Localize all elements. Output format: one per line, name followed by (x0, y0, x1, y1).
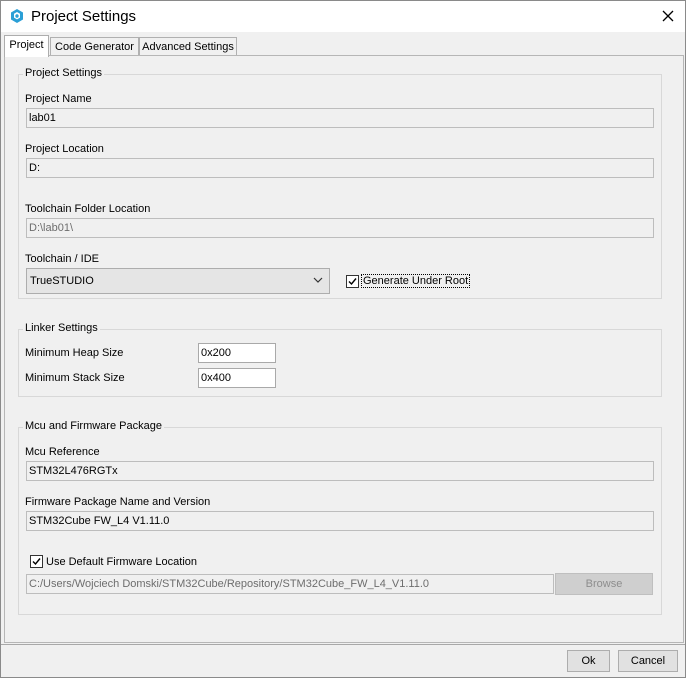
tab-advanced-settings-label: Advanced Settings (142, 41, 234, 53)
project-location-label: Project Location (25, 143, 104, 155)
close-button[interactable] (651, 1, 685, 32)
cancel-button[interactable]: Cancel (618, 650, 678, 672)
ok-button-label: Ok (581, 655, 596, 667)
chevron-down-icon (313, 275, 323, 285)
min-stack-input[interactable]: 0x400 (198, 368, 276, 388)
min-heap-input[interactable]: 0x200 (198, 343, 276, 363)
browse-button[interactable]: Browse (555, 573, 653, 595)
min-heap-value: 0x200 (201, 347, 231, 359)
firmware-package-field: STM32Cube FW_L4 V1.11.0 (26, 511, 654, 531)
firmware-package-label: Firmware Package Name and Version (25, 496, 211, 508)
project-settings-dialog: Project Settings Project Code Generator … (0, 0, 686, 678)
tab-project[interactable]: Project (4, 35, 49, 57)
toolchain-folder-field: D:\lab01\ (26, 218, 654, 238)
mcu-reference-label: Mcu Reference (25, 446, 100, 458)
firmware-package-value: STM32Cube FW_L4 V1.11.0 (29, 515, 170, 527)
project-name-field[interactable]: lab01 (26, 108, 654, 128)
tab-advanced-settings[interactable]: Advanced Settings (139, 37, 237, 56)
project-settings-group-title: Project Settings (23, 67, 105, 79)
window-title: Project Settings (31, 8, 137, 25)
project-location-field[interactable]: D: (26, 158, 654, 178)
mcu-firmware-group-title: Mcu and Firmware Package (23, 420, 164, 432)
project-name-value: lab01 (29, 112, 56, 124)
min-stack-label: Minimum Stack Size (25, 372, 125, 384)
title-bar: Project Settings (1, 1, 685, 32)
tab-project-label: Project (9, 39, 44, 51)
close-icon (662, 6, 674, 27)
project-settings-group: Project Settings Project Name lab01 Proj… (18, 67, 662, 299)
linker-settings-group-title: Linker Settings (23, 322, 100, 334)
generate-under-root-label[interactable]: Generate Under Root (361, 274, 471, 288)
toolchain-folder-label: Toolchain Folder Location (25, 203, 151, 215)
firmware-location-value: C:/Users/Wojciech Domski/STM32Cube/Repos… (29, 578, 430, 590)
project-tab-panel: Project Settings Project Name lab01 Proj… (4, 55, 684, 643)
project-location-value: D: (29, 162, 40, 174)
tab-code-generator[interactable]: Code Generator (50, 37, 139, 56)
checkmark-icon (32, 558, 41, 566)
linker-settings-group: Linker Settings Minimum Heap Size 0x200 … (18, 322, 662, 397)
toolchain-ide-value: TrueSTUDIO (30, 275, 94, 287)
min-stack-value: 0x400 (201, 372, 231, 384)
project-name-label: Project Name (25, 93, 92, 105)
browse-button-label: Browse (585, 578, 623, 590)
use-default-firmware-label[interactable]: Use Default Firmware Location (46, 556, 197, 568)
tab-code-generator-label: Code Generator (55, 41, 134, 53)
use-default-firmware-checkbox[interactable] (30, 555, 43, 568)
generate-under-root-checkbox[interactable] (346, 275, 359, 288)
toolchain-folder-value: D:\lab01\ (29, 222, 74, 234)
app-cube-icon (9, 8, 25, 24)
min-heap-label: Minimum Heap Size (25, 347, 124, 359)
checkmark-icon (348, 278, 357, 286)
toolchain-ide-select[interactable]: TrueSTUDIO (26, 268, 330, 294)
footer-divider (1, 644, 685, 645)
mcu-firmware-group: Mcu and Firmware Package Mcu Reference S… (18, 420, 662, 615)
firmware-location-field: C:/Users/Wojciech Domski/STM32Cube/Repos… (26, 574, 554, 594)
ok-button[interactable]: Ok (567, 650, 610, 672)
mcu-reference-field: STM32L476RGTx (26, 461, 654, 481)
mcu-reference-value: STM32L476RGTx (29, 465, 118, 477)
toolchain-ide-label: Toolchain / IDE (25, 253, 99, 265)
cancel-button-label: Cancel (630, 655, 666, 667)
